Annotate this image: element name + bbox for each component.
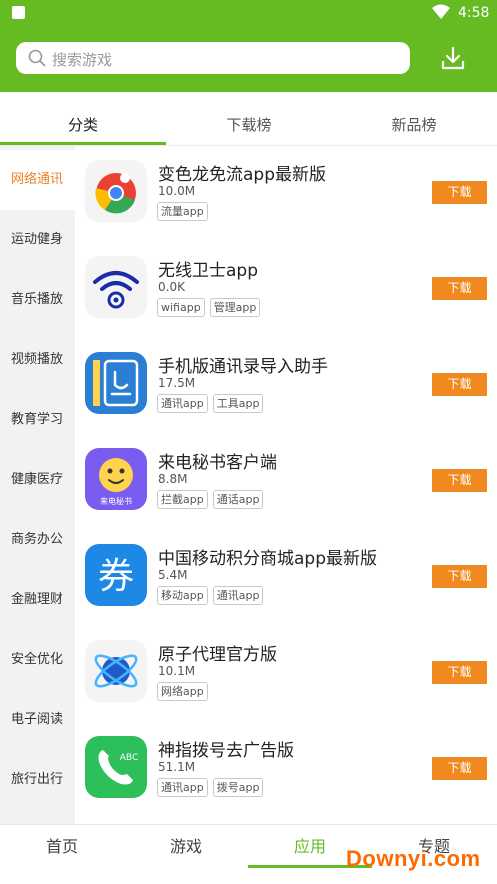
app-list-item[interactable]: 变色龙免流app最新版 10.0M 流量app 下载 xyxy=(75,146,497,242)
app-list-item[interactable]: 券 中国移动积分商城app最新版 5.4M 移动app 通讯app 下载 xyxy=(75,530,497,626)
app-tag[interactable]: 拦截app xyxy=(157,490,208,509)
chameleon-icon xyxy=(85,160,147,222)
sidebar-item-business[interactable]: 商务办公 xyxy=(0,510,75,570)
coupon-icon: 券 xyxy=(85,544,147,606)
app-tag[interactable]: 通话app xyxy=(212,490,264,509)
app-name: 手机版通讯录导入助手 xyxy=(158,357,328,377)
contacts-book-icon xyxy=(85,352,147,414)
tab-new-rank[interactable]: 新品榜 xyxy=(331,92,497,146)
icon-label: ABC xyxy=(120,753,138,763)
app-list-item[interactable]: 来电秘书 来电秘书客户端 8.8M 拦截app 通话app 下载 xyxy=(75,434,497,530)
status-bar: 4:58 xyxy=(0,0,497,26)
app-name: 变色龙免流app最新版 xyxy=(158,165,326,185)
download-button[interactable]: 下载 xyxy=(432,661,487,684)
sidebar-item-reading[interactable]: 电子阅读 xyxy=(0,690,75,750)
download-button[interactable]: 下载 xyxy=(432,373,487,396)
nav-games[interactable]: 游戏 xyxy=(124,825,248,869)
app-header: 搜索游戏 xyxy=(0,26,497,92)
sidebar-item-video[interactable]: 视频播放 xyxy=(0,330,75,390)
download-button[interactable]: 下载 xyxy=(432,757,487,780)
app-list-item[interactable]: ABC 神指拨号去广告版 51.1M 通讯app 拨号app 下载 xyxy=(75,722,497,818)
app-name: 神指拨号去广告版 xyxy=(158,741,294,761)
app-size: 17.5M xyxy=(158,376,196,390)
app-tag[interactable]: wifiapp xyxy=(157,298,205,317)
app-list-item[interactable]: 原子代理官方版 10.1M 网络app 下载 xyxy=(75,626,497,722)
phone-dial-icon: ABC xyxy=(85,736,147,798)
sidebar-item-education[interactable]: 教育学习 xyxy=(0,390,75,450)
app-tag[interactable]: 工具app xyxy=(212,394,264,413)
icon-label: 来电秘书 xyxy=(100,496,132,506)
search-placeholder: 搜索游戏 xyxy=(52,51,113,69)
status-time: 4:58 xyxy=(458,5,490,21)
app-list-item[interactable]: 手机版通讯录导入助手 17.5M 通讯app 工具app 下载 xyxy=(75,338,497,434)
app-tag[interactable]: 拨号app xyxy=(212,778,264,797)
app-name: 无线卫士app xyxy=(158,261,258,281)
app-size: 51.1M xyxy=(158,760,196,774)
tab-category[interactable]: 分类 xyxy=(0,92,166,146)
sidebar-item-network[interactable]: 网络通讯 xyxy=(0,150,75,210)
download-manager-icon[interactable] xyxy=(438,44,468,74)
app-tag[interactable]: 流量app xyxy=(157,202,208,221)
icon-label: 券 xyxy=(98,556,134,597)
app-size: 10.0M xyxy=(158,184,196,198)
app-size: 0.0K xyxy=(158,280,185,294)
app-list-item[interactable]: 无线卫士app 0.0K wifiapp 管理app 下载 xyxy=(75,242,497,338)
download-button[interactable]: 下载 xyxy=(432,277,487,300)
download-button[interactable]: 下载 xyxy=(432,565,487,588)
atom-icon xyxy=(85,640,147,702)
app-tag[interactable]: 网络app xyxy=(157,682,208,701)
app-name: 原子代理官方版 xyxy=(158,645,277,665)
wifi-icon xyxy=(432,4,450,19)
sidebar-item-security[interactable]: 安全优化 xyxy=(0,630,75,690)
nav-home[interactable]: 首页 xyxy=(0,825,124,869)
app-size: 5.4M xyxy=(158,568,188,582)
sidebar-item-travel[interactable]: 旅行出行 xyxy=(0,750,75,810)
wifi-gear-icon xyxy=(85,256,147,318)
search-icon xyxy=(28,49,46,67)
app-tag[interactable]: 通讯app xyxy=(157,778,208,797)
tab-download-rank[interactable]: 下载榜 xyxy=(166,92,332,146)
tab-active-indicator xyxy=(0,142,166,145)
app-name: 中国移动积分商城app最新版 xyxy=(158,549,377,569)
watermark: Downyi.com xyxy=(346,846,481,871)
call-secretary-icon: 来电秘书 xyxy=(85,448,147,510)
search-input[interactable]: 搜索游戏 xyxy=(16,42,410,74)
category-sidebar: 网络通讯 运动健身 音乐播放 视频播放 教育学习 健康医疗 商务办公 金融理财 … xyxy=(0,146,75,824)
app-size: 8.8M xyxy=(158,472,188,486)
download-button[interactable]: 下载 xyxy=(432,181,487,204)
app-tag[interactable]: 移动app xyxy=(157,586,208,605)
sidebar-item-sports[interactable]: 运动健身 xyxy=(0,210,75,270)
sidebar-item-music[interactable]: 音乐播放 xyxy=(0,270,75,330)
app-tag[interactable]: 通讯app xyxy=(157,394,208,413)
download-button[interactable]: 下载 xyxy=(432,469,487,492)
app-tag[interactable]: 通讯app xyxy=(212,586,264,605)
app-size: 10.1M xyxy=(158,664,196,678)
notification-icon xyxy=(12,6,25,19)
app-name: 来电秘书客户端 xyxy=(158,453,277,473)
sidebar-item-health[interactable]: 健康医疗 xyxy=(0,450,75,510)
category-tabs: 分类 下载榜 新品榜 xyxy=(0,92,497,146)
sidebar-item-finance[interactable]: 金融理财 xyxy=(0,570,75,630)
app-tag[interactable]: 管理app xyxy=(209,298,261,317)
